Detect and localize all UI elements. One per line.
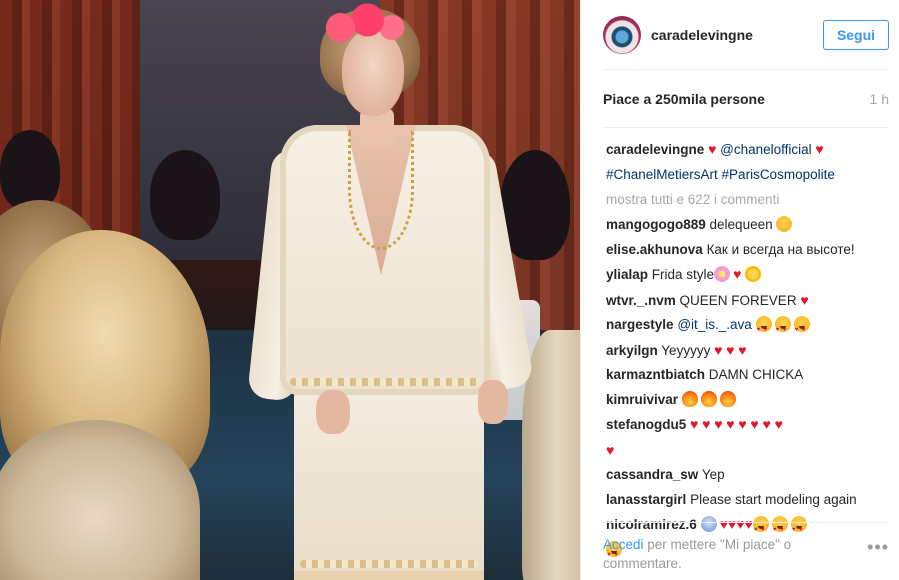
fire-icon xyxy=(700,390,717,407)
more-options-icon[interactable]: ••• xyxy=(867,535,889,558)
heart-eyes-icon xyxy=(774,316,791,343)
post-photo[interactable] xyxy=(0,0,580,580)
heart-icon: ♥ xyxy=(702,416,711,432)
post-sidebar: caradelevingne Segui Piace a 250mila per… xyxy=(580,0,899,580)
comment-text: Frida style xyxy=(651,267,715,282)
avatar[interactable] xyxy=(603,15,641,54)
instagram-post: caradelevingne Segui Piace a 250mila per… xyxy=(0,0,899,580)
heart-icon: ♥ xyxy=(738,341,747,358)
comment: elise.akhunova Как и всегда на высоте! xyxy=(606,238,885,263)
comments-section: caradelevingne ♥ @chanelofficial ♥ #Chan… xyxy=(581,137,899,567)
comment: karmazntbiatch DAMN CHICKA xyxy=(606,363,885,388)
header-username[interactable]: caradelevingne xyxy=(651,27,823,43)
caption: caradelevingne ♥ @chanelofficial ♥ #Chan… xyxy=(606,137,885,187)
heart-icon: ♥ xyxy=(714,341,723,358)
comment-username[interactable]: elise.akhunova xyxy=(606,242,703,257)
heart-icon: ♥ xyxy=(800,291,809,308)
show-all-comments-link[interactable]: mostra tutti e 622 i commenti xyxy=(606,187,885,213)
comment-username[interactable]: arkyilgn xyxy=(606,343,658,358)
comment: stefanogdu5 ♥ ♥ ♥ ♥ ♥ ♥ ♥ ♥ ♥ xyxy=(606,412,885,463)
heart-icon: ♥ xyxy=(738,416,747,432)
fire-icon xyxy=(681,390,698,407)
skirt-trim xyxy=(300,560,478,568)
comment-text: DAMN CHICKA xyxy=(708,367,804,382)
model-necklace xyxy=(348,130,414,250)
comment: lanasstargirl Please start modeling agai… xyxy=(606,488,885,513)
comment-username[interactable]: karmazntbiatch xyxy=(606,367,705,382)
comment: wtvr._.nvm QUEEN FOREVER ♥ xyxy=(606,288,885,314)
heart-icon: ♥ xyxy=(750,416,759,432)
post-footer: Accedi per mettere "Mi piace" o commenta… xyxy=(603,522,889,580)
post-header: caradelevingne Segui xyxy=(603,0,889,70)
sun-icon xyxy=(745,266,762,282)
comment-mention[interactable]: @it_is._.ava xyxy=(677,317,752,332)
model-hand-left xyxy=(316,390,350,434)
comment-text: Как и всегда на высоте! xyxy=(706,241,855,257)
heart-eyes-icon xyxy=(755,316,772,343)
caption-mention[interactable]: @chanelofficial xyxy=(720,142,812,157)
comment-text: Yep xyxy=(701,467,725,482)
comment-username[interactable]: nargestyle xyxy=(606,317,674,332)
comment: nargestyle @it_is._.ava xyxy=(606,313,885,343)
caption-hashtags[interactable]: #ChanelMetiersArt #ParisCosmopolite xyxy=(606,167,835,182)
heart-icon: ♥ xyxy=(690,416,699,432)
likes-count[interactable]: Piace a 250mila persone xyxy=(603,91,870,107)
follow-button[interactable]: Segui xyxy=(823,19,889,50)
flower-icon xyxy=(714,266,731,282)
comment-username[interactable]: mangogogo889 xyxy=(606,217,706,232)
jacket-trim xyxy=(290,378,480,386)
comment-username[interactable]: ylialap xyxy=(606,267,648,282)
comment: mangogogo889 delequeen xyxy=(606,213,885,238)
heart-icon: ♥ xyxy=(726,341,735,358)
comment-username[interactable]: stefanogdu5 xyxy=(606,417,686,432)
comment-text: Please start modeling again xyxy=(690,491,857,507)
heart-icon: ♥ xyxy=(726,416,735,432)
login-link[interactable]: Accedi xyxy=(603,537,644,552)
comment-text: delequeen xyxy=(709,217,773,232)
comment-username[interactable]: wtvr._.nvm xyxy=(606,293,676,308)
comment: cassandra_sw Yep xyxy=(606,463,885,488)
photo-guest xyxy=(150,150,220,240)
caption-username[interactable]: caradelevingne xyxy=(606,142,704,157)
post-time[interactable]: 1 h xyxy=(870,91,889,107)
heart-icon: ♥ xyxy=(733,266,742,282)
model-flower-crown xyxy=(318,0,408,50)
smiling-face-icon xyxy=(776,216,793,232)
login-prompt: Accedi per mettere "Mi piace" o commenta… xyxy=(603,535,867,573)
heart-icon: ♥ xyxy=(762,416,771,432)
heart-icon: ♥ xyxy=(714,416,723,432)
heart-icon: ♥ xyxy=(708,141,717,157)
heart-icon: ♥ xyxy=(774,416,783,432)
comment-username[interactable]: lanasstargirl xyxy=(606,492,686,507)
fire-icon xyxy=(719,390,736,407)
model-hand-right xyxy=(478,380,508,424)
comment: kimruivivar xyxy=(606,388,885,413)
comment-username[interactable]: cassandra_sw xyxy=(606,467,698,482)
photo-model xyxy=(247,0,535,580)
comment-text: Yeyyyyy xyxy=(661,342,711,358)
heart-icon: ♥ xyxy=(815,141,824,157)
comment-username[interactable]: kimruivivar xyxy=(606,392,678,407)
photo-guest xyxy=(0,130,60,210)
comment: ylialap Frida style ♥ xyxy=(606,262,885,288)
heart-icon: ♥ xyxy=(606,441,615,458)
comment: arkyilgn Yeyyyyy ♥ ♥ ♥ xyxy=(606,338,885,364)
heart-eyes-icon xyxy=(793,316,810,343)
comment-text: QUEEN FOREVER xyxy=(679,292,797,308)
likes-row: Piace a 250mila persone 1 h xyxy=(603,70,889,128)
